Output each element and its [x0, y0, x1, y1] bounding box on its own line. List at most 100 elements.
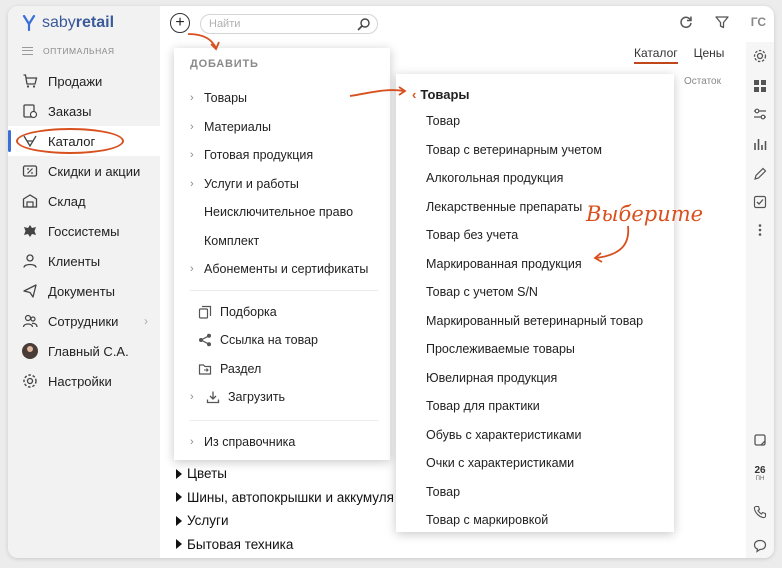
view-tabs: Каталог Цены	[634, 46, 724, 64]
chevron-right-icon: ›	[190, 436, 194, 448]
app-window: sabyretail ОПТИМАЛЬНАЯ Продажи Заказы Ката…	[8, 6, 774, 558]
expand-triangle-icon[interactable]	[176, 468, 182, 479]
add-menu-item-label: Материалы	[204, 119, 271, 134]
add-menu-header: ДОБАВИТЬ	[190, 58, 259, 70]
user-initials[interactable]: ГС	[751, 15, 766, 29]
orders-icon	[22, 103, 38, 119]
sliders-icon[interactable]	[752, 106, 768, 122]
tab-prices[interactable]: Цены	[694, 46, 725, 64]
catalog-folder-row[interactable]: Услуги	[176, 509, 394, 533]
sidebar-item-label: Продажи	[48, 73, 103, 89]
chevron-right-icon[interactable]: ›	[144, 314, 148, 328]
goods-menu-item[interactable]: Товар для практики	[426, 399, 540, 413]
catalog-folder-row[interactable]: Шины, автопокрышки и аккумуля	[176, 486, 394, 510]
folder-icon	[196, 362, 214, 376]
goods-menu-item[interactable]: Товар с учетом S/N	[426, 285, 538, 299]
phone-icon[interactable]	[752, 504, 768, 520]
filter-icon[interactable]	[715, 15, 729, 29]
column-header-ostatok: Остаток	[684, 76, 721, 87]
goods-menu-item[interactable]: Товар	[426, 485, 460, 499]
goods-menu-item[interactable]: Лекарственные препараты	[426, 200, 582, 214]
menu-item-upload[interactable]: › Загрузить	[190, 387, 285, 407]
expand-triangle-icon[interactable]	[176, 515, 182, 526]
sidebar-item-4[interactable]: Склад	[8, 186, 160, 216]
refresh-icon[interactable]	[679, 15, 693, 29]
chat-icon[interactable]	[752, 538, 768, 554]
goods-menu-item[interactable]: Маркированный ветеринарный товар	[426, 314, 643, 328]
sidebar-item-5[interactable]: Госсистемы	[8, 216, 160, 246]
note-icon[interactable]	[752, 432, 768, 448]
menu-item-section[interactable]: Раздел	[196, 359, 261, 379]
gear-icon	[22, 373, 38, 389]
goods-menu-item[interactable]: Товар с маркировкой	[426, 513, 548, 527]
sidebar-item-6[interactable]: Клиенты	[8, 246, 160, 276]
clients-icon	[22, 253, 38, 269]
goods-menu-item[interactable]: Очки с характеристиками	[426, 456, 574, 470]
sidebar-item-0[interactable]: Продажи	[8, 66, 160, 96]
add-menu-item[interactable]: › Готовая продукция	[190, 145, 313, 165]
goods-submenu-title[interactable]: ‹ Товары	[412, 87, 470, 102]
add-menu-item[interactable]: Комплект	[190, 231, 259, 251]
goods-menu-item[interactable]: Прослеживаемые товары	[426, 342, 575, 356]
expand-triangle-icon[interactable]	[176, 539, 182, 550]
right-toolbar: 26 ПН	[746, 42, 774, 558]
chevron-right-icon: ›	[190, 92, 194, 104]
sidebar-item-10[interactable]: Настройки	[8, 366, 160, 396]
catalog-folder-row[interactable]: Бытовая техника	[176, 533, 394, 557]
add-menu-item[interactable]: › Абонементы и сертификаты	[190, 259, 368, 279]
logo[interactable]: sabyretail	[22, 14, 114, 32]
sidebar-item-label: Сотрудники	[48, 313, 119, 329]
highlight-circle	[16, 128, 124, 154]
menu-item-product-link[interactable]: Ссылка на товар	[196, 330, 318, 350]
sidebar-item-label: Клиенты	[48, 253, 101, 269]
plan-row: ОПТИМАЛЬНАЯ	[22, 46, 115, 56]
menu-icon[interactable]	[22, 47, 33, 55]
expand-triangle-icon[interactable]	[176, 492, 182, 503]
tab-catalog[interactable]: Каталог	[634, 46, 678, 64]
chart-icon[interactable]	[752, 136, 768, 152]
add-menu-item[interactable]: › Материалы	[190, 117, 271, 137]
search-input[interactable]: Найти	[200, 14, 378, 34]
top-icons: ГС	[679, 15, 766, 29]
goods-menu-item[interactable]: Товар без учета	[426, 228, 518, 242]
sidebar-item-9[interactable]: Главный С.А.	[8, 336, 160, 366]
add-menu-item-label: Услуги и работы	[204, 176, 299, 191]
goods-menu-item[interactable]: Товар	[426, 114, 460, 128]
add-button[interactable]: +	[170, 13, 190, 33]
sidebar-item-3[interactable]: Скидки и акции	[8, 156, 160, 186]
goods-menu-item[interactable]: Ювелирная продукция	[426, 371, 557, 385]
grid-icon[interactable]	[752, 78, 768, 94]
sidebar-item-7[interactable]: Документы	[8, 276, 160, 306]
chevron-right-icon: ›	[190, 120, 194, 133]
sidebar-item-2[interactable]: Каталог	[8, 126, 160, 156]
sidebar-item-1[interactable]: Заказы	[8, 96, 160, 126]
search-icon[interactable]	[357, 17, 371, 31]
settings-icon[interactable]	[752, 48, 768, 64]
calendar-widget[interactable]: 26 ПН	[750, 462, 770, 486]
catalog-folder-row[interactable]: Цветы	[176, 462, 394, 486]
add-menu-item[interactable]: › Услуги и работы	[190, 174, 299, 194]
chevron-right-icon: ›	[190, 149, 194, 161]
chevron-left-icon[interactable]: ‹	[412, 87, 416, 102]
upload-icon	[204, 390, 222, 404]
menu-item-collection[interactable]: Подборка	[196, 302, 277, 322]
add-menu-item-label: Готовая продукция	[204, 148, 314, 162]
add-menu-item[interactable]: Неисключительное право	[190, 202, 353, 222]
more-icon[interactable]	[752, 222, 768, 238]
goods-menu-item[interactable]: Алкогольная продукция	[426, 171, 563, 185]
add-menu-item[interactable]: › Товары	[190, 88, 247, 108]
sidebar-item-8[interactable]: Сотрудники ›	[8, 306, 160, 336]
chevron-right-icon: ›	[190, 177, 194, 190]
goods-menu-item[interactable]: Обувь с характеристиками	[426, 428, 581, 442]
sidebar-item-label: Скидки и акции	[48, 163, 141, 179]
catalog-list: Цветы Шины, автопокрышки и аккумуля Услуги…	[176, 462, 394, 556]
warehouse-icon	[22, 193, 38, 209]
menu-item-from-directory[interactable]: › Из справочника	[190, 432, 295, 452]
sidebar-item-label: Главный С.А.	[48, 343, 129, 359]
goods-menu-item[interactable]: Товар с ветеринарным учетом	[426, 143, 602, 157]
goods-menu-item[interactable]: Маркированная продукция	[426, 257, 582, 271]
top-bar: + Найти ГС	[160, 6, 774, 42]
pencil-icon[interactable]	[752, 166, 768, 182]
goods-submenu: ‹ Товары Товар Товар с ветеринарным учето…	[396, 74, 674, 532]
tasks-icon[interactable]	[752, 194, 768, 210]
